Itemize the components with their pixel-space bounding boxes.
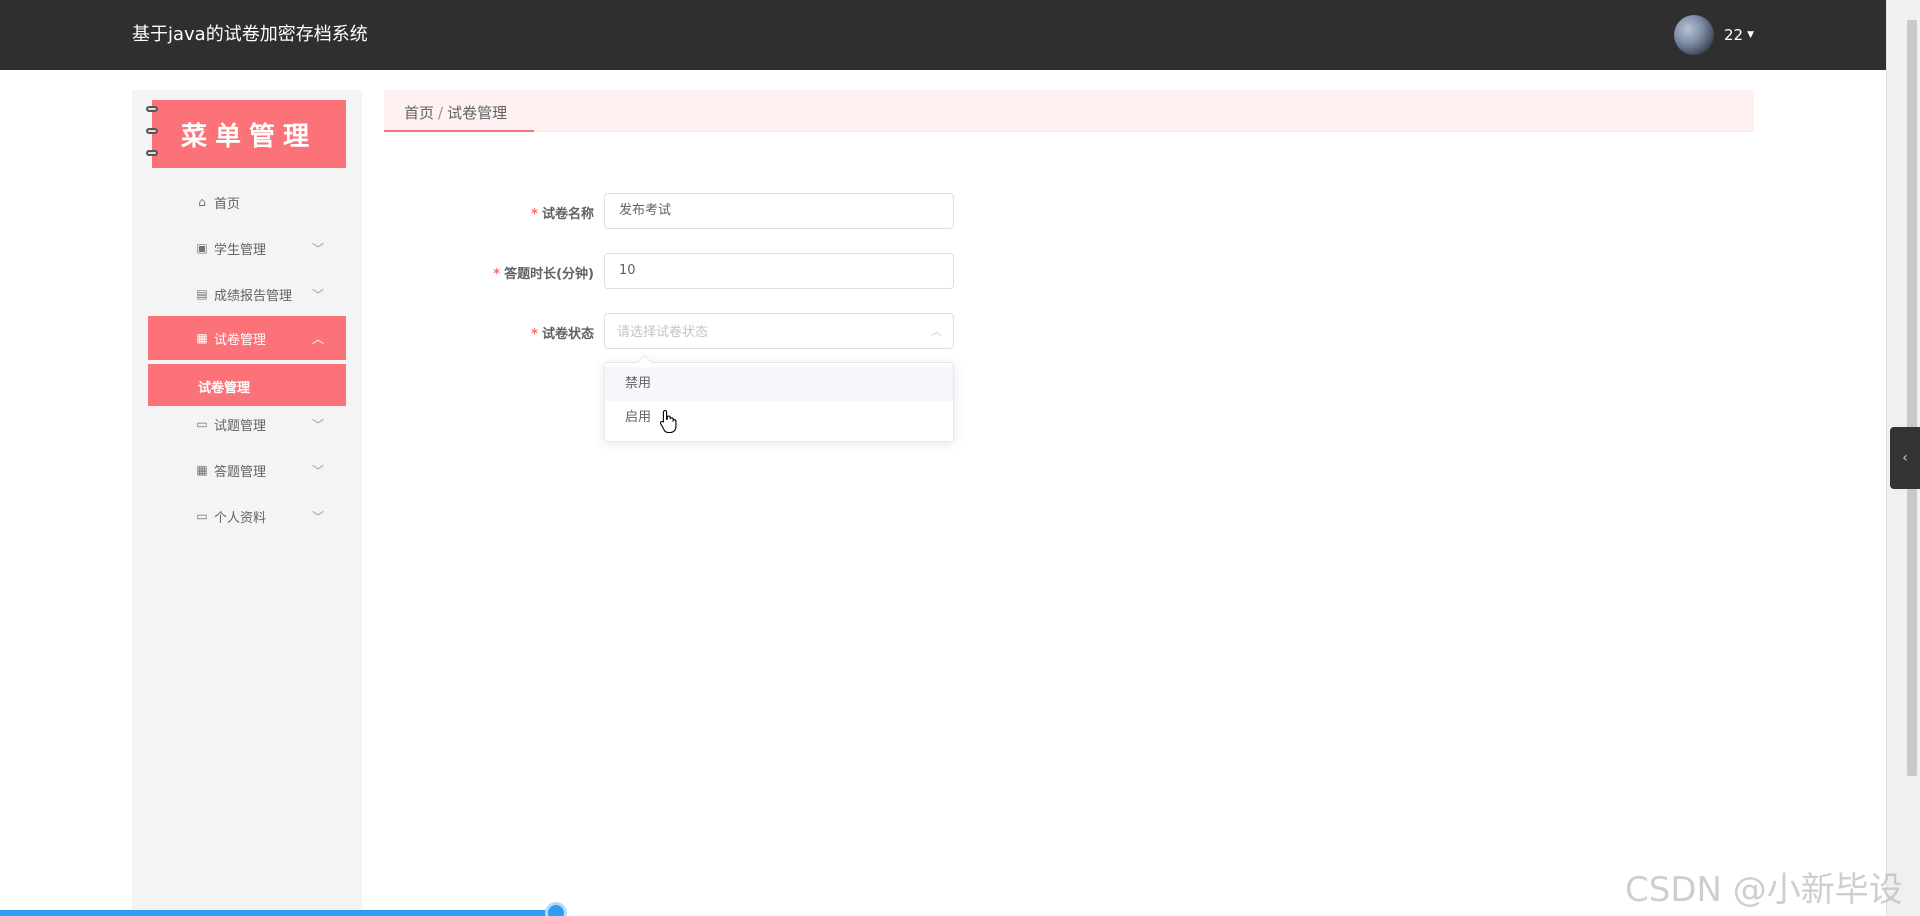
breadcrumb-underline <box>384 130 534 132</box>
grid-icon: ▦ <box>196 463 208 477</box>
home-icon: ⌂ <box>198 195 206 209</box>
breadcrumb-separator: / <box>438 104 444 122</box>
sidebar-item-profile[interactable]: ▭ 个人资料 ﹀ <box>148 494 346 538</box>
chevron-down-icon: ﹀ <box>312 509 325 524</box>
chevron-down-icon: ﹀ <box>312 417 325 432</box>
chevron-down-icon: ﹀ <box>312 287 325 302</box>
caret-down-icon[interactable]: ▼ <box>1747 30 1754 40</box>
sidebar-item-label: 学生管理 <box>214 242 267 258</box>
paper-name-input[interactable]: 发布考试 <box>604 193 954 229</box>
chevron-up-icon[interactable]: ︿ <box>931 323 942 339</box>
menu-banner: 菜单管理 <box>146 100 346 168</box>
grid-icon: ▦ <box>196 331 208 345</box>
required-mark: * <box>493 267 501 282</box>
duration-input[interactable]: 10 <box>604 253 954 289</box>
ring-icon <box>146 150 158 156</box>
card-icon: ▭ <box>196 509 208 523</box>
submenu-papers[interactable]: 试卷管理 <box>148 364 346 406</box>
sidebar-item-label: 个人资料 <box>214 510 267 526</box>
sidebar: 菜单管理 ⌂ 首页 ▣ 学生管理 ﹀ ▤ 成绩报告管理 ﹀ ▦ 试卷管理 ︿ 试… <box>132 90 362 916</box>
breadcrumb-bar: 首页 / 试卷管理 <box>384 90 1754 132</box>
sidebar-item-label: 成绩报告管理 <box>214 288 293 304</box>
status-select-input[interactable] <box>604 313 954 349</box>
breadcrumb: 首页 / 试卷管理 <box>404 102 507 123</box>
form-row-duration: * 答题时长(分钟) 10 <box>384 253 1084 289</box>
sidebar-item-questions[interactable]: ▭ 试题管理 ﹀ <box>148 402 346 446</box>
ring-icon <box>146 128 158 134</box>
label-text: 答题时长(分钟) <box>504 267 594 282</box>
status-dropdown: 禁用 启用 <box>604 362 954 442</box>
breadcrumb-home[interactable]: 首页 <box>404 104 434 122</box>
submenu-item-label[interactable]: 试卷管理 <box>198 377 250 396</box>
option-disabled[interactable]: 禁用 <box>605 367 953 401</box>
progress-knob[interactable] <box>545 902 567 916</box>
user-name[interactable]: 22 <box>1724 26 1743 44</box>
hand-cursor-icon <box>659 409 677 433</box>
status-label: * 试卷状态 <box>531 323 594 342</box>
scroll-thumb[interactable] <box>1907 20 1917 776</box>
duration-label: * 答题时长(分钟) <box>493 263 594 282</box>
sidebar-item-label: 首页 <box>214 196 241 212</box>
sidebar-item-label: 答题管理 <box>214 464 267 480</box>
sidebar-item-label: 试卷管理 <box>214 332 267 348</box>
sidebar-item-home[interactable]: ⌂ 首页 <box>148 180 346 224</box>
paper-name-label: * 试卷名称 <box>531 203 594 222</box>
status-select[interactable]: ︿ <box>604 313 954 349</box>
form-row-name: * 试卷名称 发布考试 <box>384 193 1084 229</box>
watermark: CSDN @小新毕设 <box>1625 870 1903 910</box>
label-text: 试卷状态 <box>541 327 594 342</box>
label-text: 试卷名称 <box>541 207 594 222</box>
chevron-left-icon[interactable]: ‹ <box>1902 450 1908 466</box>
breadcrumb-current: 试卷管理 <box>447 104 508 122</box>
sidebar-item-reports[interactable]: ▤ 成绩报告管理 ﹀ <box>148 272 346 316</box>
chart-icon: ▤ <box>196 287 208 301</box>
chevron-down-icon: ﹀ <box>312 463 325 478</box>
progress-bar[interactable] <box>0 910 558 916</box>
sidebar-item-answers[interactable]: ▦ 答题管理 ﹀ <box>148 448 346 492</box>
sidebar-item-label: 试题管理 <box>214 418 267 434</box>
sidebar-item-papers[interactable]: ▦ 试卷管理 ︿ <box>148 316 346 360</box>
banner-title: 菜单管理 <box>180 121 317 152</box>
collapse-panel-button[interactable]: ‹ <box>1890 427 1920 489</box>
required-mark: * <box>531 327 538 342</box>
avatar[interactable] <box>1673 15 1714 55</box>
form-row-status: *试卷状态 ︿ <box>384 313 1084 349</box>
app-title: 基于java的试卷加密存档系统 <box>132 24 368 45</box>
top-navbar: 基于java的试卷加密存档系统 22 ▼ <box>0 0 1886 70</box>
monitor-icon: ▭ <box>196 417 208 431</box>
option-enabled[interactable]: 启用 <box>605 401 953 435</box>
required-mark: * <box>531 207 538 222</box>
clipboard-icon: ▣ <box>196 241 208 255</box>
user-menu[interactable]: 22 ▼ <box>1673 15 1754 55</box>
sidebar-item-students[interactable]: ▣ 学生管理 ﹀ <box>148 226 346 270</box>
ring-icon <box>146 106 158 112</box>
chevron-up-icon: ︿ <box>312 331 325 346</box>
chevron-down-icon: ﹀ <box>312 241 325 256</box>
